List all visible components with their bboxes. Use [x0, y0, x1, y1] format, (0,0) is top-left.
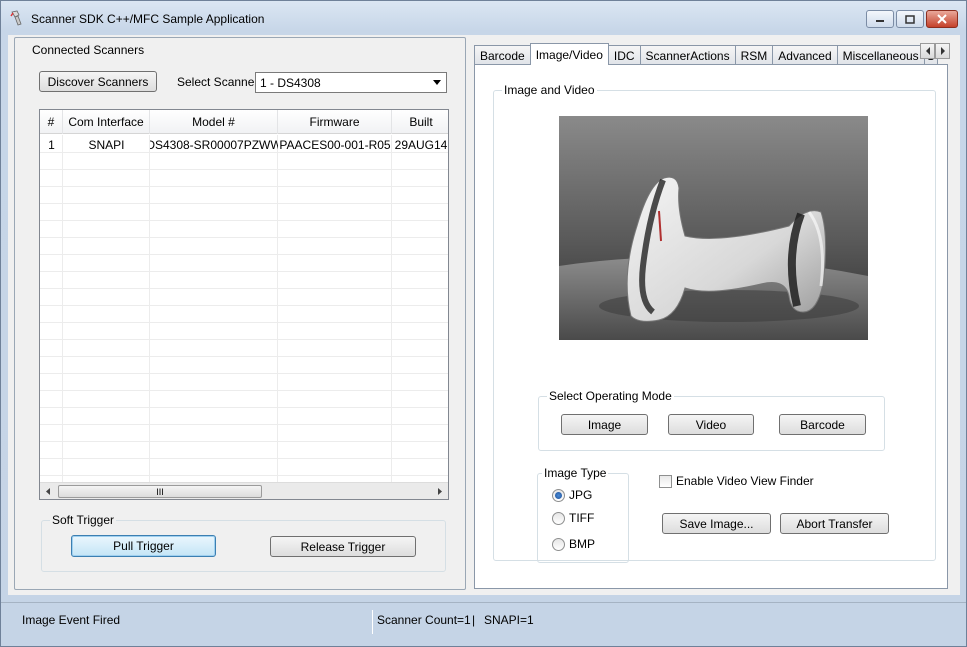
- tab-scanner-actions[interactable]: ScannerActions: [639, 45, 736, 65]
- status-scanner-count: Scanner Count=1: [377, 613, 471, 627]
- cell-firmware: PAACES00-001-R05: [279, 137, 391, 152]
- window-title: Scanner SDK C++/MFC Sample Application: [31, 12, 265, 26]
- horizontal-scrollbar[interactable]: III: [40, 482, 448, 499]
- enable-view-finder-checkbox[interactable]: Enable Video View Finder: [659, 474, 814, 488]
- minimize-icon: [876, 20, 884, 22]
- radio-selected-dot: [555, 491, 562, 499]
- maximize-button[interactable]: [896, 10, 924, 28]
- column-header-index[interactable]: #: [40, 110, 63, 134]
- tab-idc[interactable]: IDC: [607, 45, 641, 65]
- tab-scroll-buttons: [920, 43, 950, 59]
- radio-bmp-circle[interactable]: [552, 537, 565, 551]
- tab-scroll-left-button[interactable]: [920, 43, 935, 59]
- radio-tiff[interactable]: TIFF: [552, 511, 594, 525]
- status-bar: Image Event Fired Scanner Count=1 | SNAP…: [1, 602, 966, 638]
- radio-jpg-circle[interactable]: [552, 488, 565, 502]
- cell-com-interface: SNAPI: [88, 137, 125, 152]
- discover-scanners-button[interactable]: Discover Scanners: [39, 71, 157, 92]
- status-snapi: SNAPI=1: [484, 613, 534, 627]
- column-header-firmware[interactable]: Firmware: [278, 110, 392, 134]
- status-separator: |: [472, 613, 476, 627]
- tab-scroll-right-button[interactable]: [935, 43, 950, 59]
- release-trigger-button[interactable]: Release Trigger: [270, 536, 416, 557]
- cell-built: 29AUG14: [394, 137, 448, 152]
- tab-advanced[interactable]: Advanced: [772, 45, 838, 65]
- cell-index: 1: [48, 137, 55, 152]
- tab-strip: Barcode Image/Video IDC ScannerActions R…: [474, 43, 938, 65]
- column-header-model[interactable]: Model #: [150, 110, 278, 134]
- chevron-left-icon: [925, 47, 930, 55]
- scanner-app-icon: [10, 10, 22, 26]
- radio-tiff-label: TIFF: [569, 511, 595, 525]
- connected-scanners-label: Connected Scanners: [30, 43, 147, 57]
- radio-tiff-circle[interactable]: [552, 511, 565, 525]
- captured-image-preview: [559, 116, 868, 340]
- view-finder-label: Enable Video View Finder: [676, 474, 814, 488]
- tab-image-video[interactable]: Image/Video: [529, 43, 609, 65]
- select-scanner-value: 1 - DS4308: [260, 75, 321, 90]
- radio-jpg-label: JPG: [569, 488, 593, 502]
- status-divider: [372, 610, 373, 634]
- select-scanner-dropdown[interactable]: 1 - DS4308: [255, 72, 447, 93]
- close-button[interactable]: [926, 10, 958, 28]
- close-icon: [937, 14, 947, 24]
- radio-bmp-label: BMP: [569, 537, 596, 551]
- view-finder-checkbox-box[interactable]: [659, 474, 672, 488]
- save-image-button[interactable]: Save Image...: [662, 513, 771, 534]
- scrollbar-grip: III: [156, 486, 164, 497]
- column-header-com-interface[interactable]: Com Interface: [63, 110, 150, 134]
- scroll-right-icon[interactable]: [436, 487, 444, 496]
- tab-rsm[interactable]: RSM: [734, 45, 774, 65]
- list-grid-lines: [40, 135, 448, 485]
- cell-model: DS4308-SR00007PZWW: [150, 137, 278, 152]
- chevron-right-icon: [940, 47, 945, 55]
- soft-trigger-label: Soft Trigger: [50, 513, 117, 527]
- client-area: Connected Scanners Discover Scanners Sel…: [8, 35, 960, 595]
- tab-barcode[interactable]: Barcode: [474, 45, 531, 65]
- pull-trigger-button[interactable]: Pull Trigger: [71, 535, 216, 557]
- scanner-list-header: # Com Interface Model # Firmware Built: [40, 110, 448, 134]
- radio-jpg[interactable]: JPG: [552, 488, 592, 502]
- select-scanner-label: Select Scanner: [177, 75, 259, 89]
- tab-miscellaneous[interactable]: Miscellaneous: [836, 45, 925, 65]
- scrollbar-thumb[interactable]: III: [58, 485, 262, 498]
- chevron-down-icon[interactable]: [433, 80, 441, 85]
- radio-bmp[interactable]: BMP: [552, 537, 595, 551]
- column-header-built[interactable]: Built: [392, 110, 448, 134]
- mode-barcode-button[interactable]: Barcode: [779, 414, 866, 435]
- app-window: Scanner SDK C++/MFC Sample Application C…: [0, 0, 967, 647]
- title-bar[interactable]: Scanner SDK C++/MFC Sample Application: [1, 1, 966, 35]
- image-video-panel: Image and Video Select Operating Mode Im…: [474, 64, 948, 589]
- image-type-label: Image Type: [542, 466, 609, 480]
- status-bar-top-border: [1, 602, 966, 603]
- table-row[interactable]: 1 SNAPI DS4308-SR00007PZWW PAACES00-001-…: [40, 136, 448, 153]
- status-event: Image Event Fired: [22, 613, 121, 627]
- minimize-button[interactable]: [866, 10, 894, 28]
- mode-image-button[interactable]: Image: [561, 414, 648, 435]
- abort-transfer-button[interactable]: Abort Transfer: [780, 513, 889, 534]
- maximize-icon: [905, 14, 915, 24]
- operating-mode-label: Select Operating Mode: [547, 389, 674, 403]
- mode-video-button[interactable]: Video: [668, 414, 754, 435]
- scanner-list[interactable]: # Com Interface Model # Firmware Built 1…: [39, 109, 449, 500]
- scroll-left-icon[interactable]: [44, 487, 52, 496]
- image-and-video-label: Image and Video: [502, 83, 597, 97]
